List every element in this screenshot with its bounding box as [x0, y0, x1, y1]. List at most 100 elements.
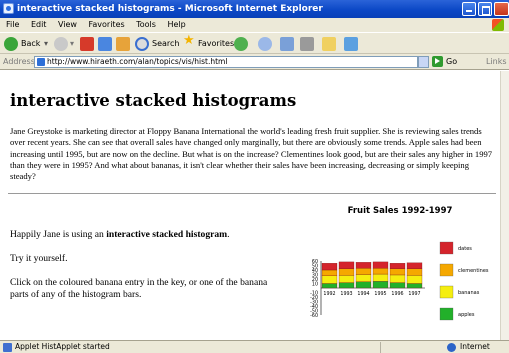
bar-segment-clementines[interactable]	[372, 268, 389, 275]
bar-segment-clementines[interactable]	[389, 268, 406, 276]
x-tick-label: 1996	[391, 291, 403, 297]
y-tick-label: 10	[312, 282, 318, 288]
menu-view[interactable]: View	[58, 18, 77, 32]
legend-swatch-bananas[interactable]	[439, 285, 454, 299]
toolbar: Back ▾ ▾ Search ★ Favorites	[0, 32, 509, 54]
bar-segment-dates[interactable]	[389, 263, 406, 269]
page-icon	[37, 58, 45, 66]
menu-bar: File Edit View Favorites Tools Help	[0, 18, 509, 32]
go-button[interactable]: Go	[446, 57, 457, 66]
ie-icon	[3, 3, 14, 14]
instructions-p3: Click on the coloured banana entry in th…	[10, 277, 268, 300]
divider	[8, 193, 496, 194]
media-icon[interactable]	[234, 37, 248, 51]
status-divider	[380, 342, 381, 353]
x-tick-label: 1995	[374, 291, 386, 297]
instructions-p1: Happily Jane is using an interactive sta…	[10, 229, 285, 241]
x-tick-label: 1992	[323, 291, 335, 297]
legend-label-apples[interactable]: apples	[458, 312, 475, 318]
bar-segment-bananas[interactable]	[321, 275, 338, 284]
bar-segment-bananas[interactable]	[389, 274, 406, 283]
address-input[interactable]: http://www.hiraeth.com/alan/topics/vis/h…	[34, 56, 418, 68]
legend-label-bananas[interactable]: bananas	[458, 290, 480, 296]
bar-segment-clementines[interactable]	[321, 269, 338, 276]
favorites-button[interactable]: Favorites	[198, 38, 234, 50]
favorites-star-icon[interactable]: ★	[183, 34, 195, 47]
bar-segment-clementines[interactable]	[355, 268, 372, 275]
bar-segment-bananas[interactable]	[406, 275, 423, 284]
menu-tools[interactable]: Tools	[136, 18, 156, 32]
status-bar: Applet HistApplet started Internet	[0, 340, 509, 353]
x-tick-label: 1994	[357, 291, 369, 297]
legend-label-dates[interactable]: dates	[458, 246, 472, 252]
bar-segment-clementines[interactable]	[406, 268, 423, 276]
forward-icon[interactable]	[54, 37, 68, 51]
menu-help[interactable]: Help	[167, 18, 185, 32]
window-title: interactive stacked histograms - Microso…	[17, 4, 323, 14]
bar-segment-apples[interactable]	[321, 283, 338, 289]
maximize-button[interactable]	[478, 2, 492, 16]
address-url: http://www.hiraeth.com/alan/topics/vis/h…	[47, 57, 228, 66]
close-button[interactable]	[494, 2, 509, 16]
address-dropdown-icon[interactable]	[418, 56, 429, 68]
histogram-applet[interactable]: Fruit Sales 1992-1997605040302010-10-20-…	[296, 199, 500, 339]
p1-prefix: Happily Jane is using an	[10, 229, 107, 240]
intro-paragraph: Jane Greystoke is marketing director at …	[10, 126, 493, 182]
page-title: interactive stacked histograms	[10, 91, 297, 110]
p1-bold: interactive stacked histogram	[106, 229, 228, 240]
vertical-scrollbar[interactable]	[500, 71, 509, 340]
home-icon[interactable]	[116, 37, 130, 51]
search-button[interactable]: Search	[152, 38, 179, 50]
bar-segment-dates[interactable]	[338, 261, 355, 269]
messenger-icon[interactable]	[344, 37, 358, 51]
back-dropdown-icon[interactable]: ▾	[44, 38, 48, 50]
menu-favorites[interactable]: Favorites	[89, 18, 125, 32]
bar-segment-dates[interactable]	[355, 262, 372, 269]
status-text: Applet HistApplet started	[15, 342, 110, 351]
print-icon[interactable]	[300, 37, 314, 51]
bar-segment-bananas[interactable]	[355, 274, 372, 282]
y-tick-label: -60	[310, 313, 318, 319]
internet-zone-icon	[447, 343, 456, 352]
back-icon[interactable]	[4, 37, 18, 51]
bar-segment-clementines[interactable]	[338, 268, 355, 276]
zone-label: Internet	[460, 342, 490, 351]
address-label: Address	[3, 57, 35, 66]
bar-segment-dates[interactable]	[372, 261, 389, 269]
p1-suffix: .	[227, 229, 230, 240]
forward-dropdown-icon[interactable]: ▾	[70, 38, 74, 50]
applet-status-icon	[3, 343, 12, 352]
edit-icon[interactable]	[322, 37, 336, 51]
mail-icon[interactable]	[280, 37, 294, 51]
menu-edit[interactable]: Edit	[31, 18, 47, 32]
history-icon[interactable]	[258, 37, 272, 51]
windows-logo-icon	[492, 19, 504, 31]
bar-segment-dates[interactable]	[406, 262, 423, 269]
bar-segment-dates[interactable]	[321, 263, 338, 271]
window-title-bar[interactable]: interactive stacked histograms - Microso…	[0, 0, 509, 18]
links-button[interactable]: Links	[486, 57, 507, 66]
bar-segment-apples[interactable]	[406, 283, 423, 289]
minimize-button[interactable]	[462, 2, 476, 16]
bar-segment-bananas[interactable]	[372, 273, 389, 282]
search-icon[interactable]	[135, 37, 149, 51]
menu-file[interactable]: File	[6, 18, 19, 32]
x-tick-label: 1997	[408, 291, 420, 297]
bar-segment-apples[interactable]	[372, 281, 389, 289]
bar-segment-bananas[interactable]	[338, 275, 355, 283]
refresh-icon[interactable]	[98, 37, 112, 51]
legend-swatch-apples[interactable]	[439, 307, 454, 321]
bar-segment-apples[interactable]	[338, 282, 355, 289]
go-arrow-icon[interactable]	[432, 56, 443, 67]
x-tick-label: 1993	[340, 291, 352, 297]
address-bar: Address http://www.hiraeth.com/alan/topi…	[0, 54, 509, 70]
legend-label-clementines[interactable]: clementines	[458, 268, 489, 274]
bar-segment-apples[interactable]	[355, 281, 372, 289]
bar-segment-apples[interactable]	[389, 282, 406, 289]
back-button[interactable]: Back	[21, 38, 40, 50]
chart-title: Fruit Sales 1992-1997	[348, 206, 453, 216]
legend-swatch-dates[interactable]	[439, 241, 454, 255]
instructions-p2: Try it yourself.	[10, 253, 68, 264]
stop-icon[interactable]	[80, 37, 94, 51]
legend-swatch-clementines[interactable]	[439, 263, 454, 277]
